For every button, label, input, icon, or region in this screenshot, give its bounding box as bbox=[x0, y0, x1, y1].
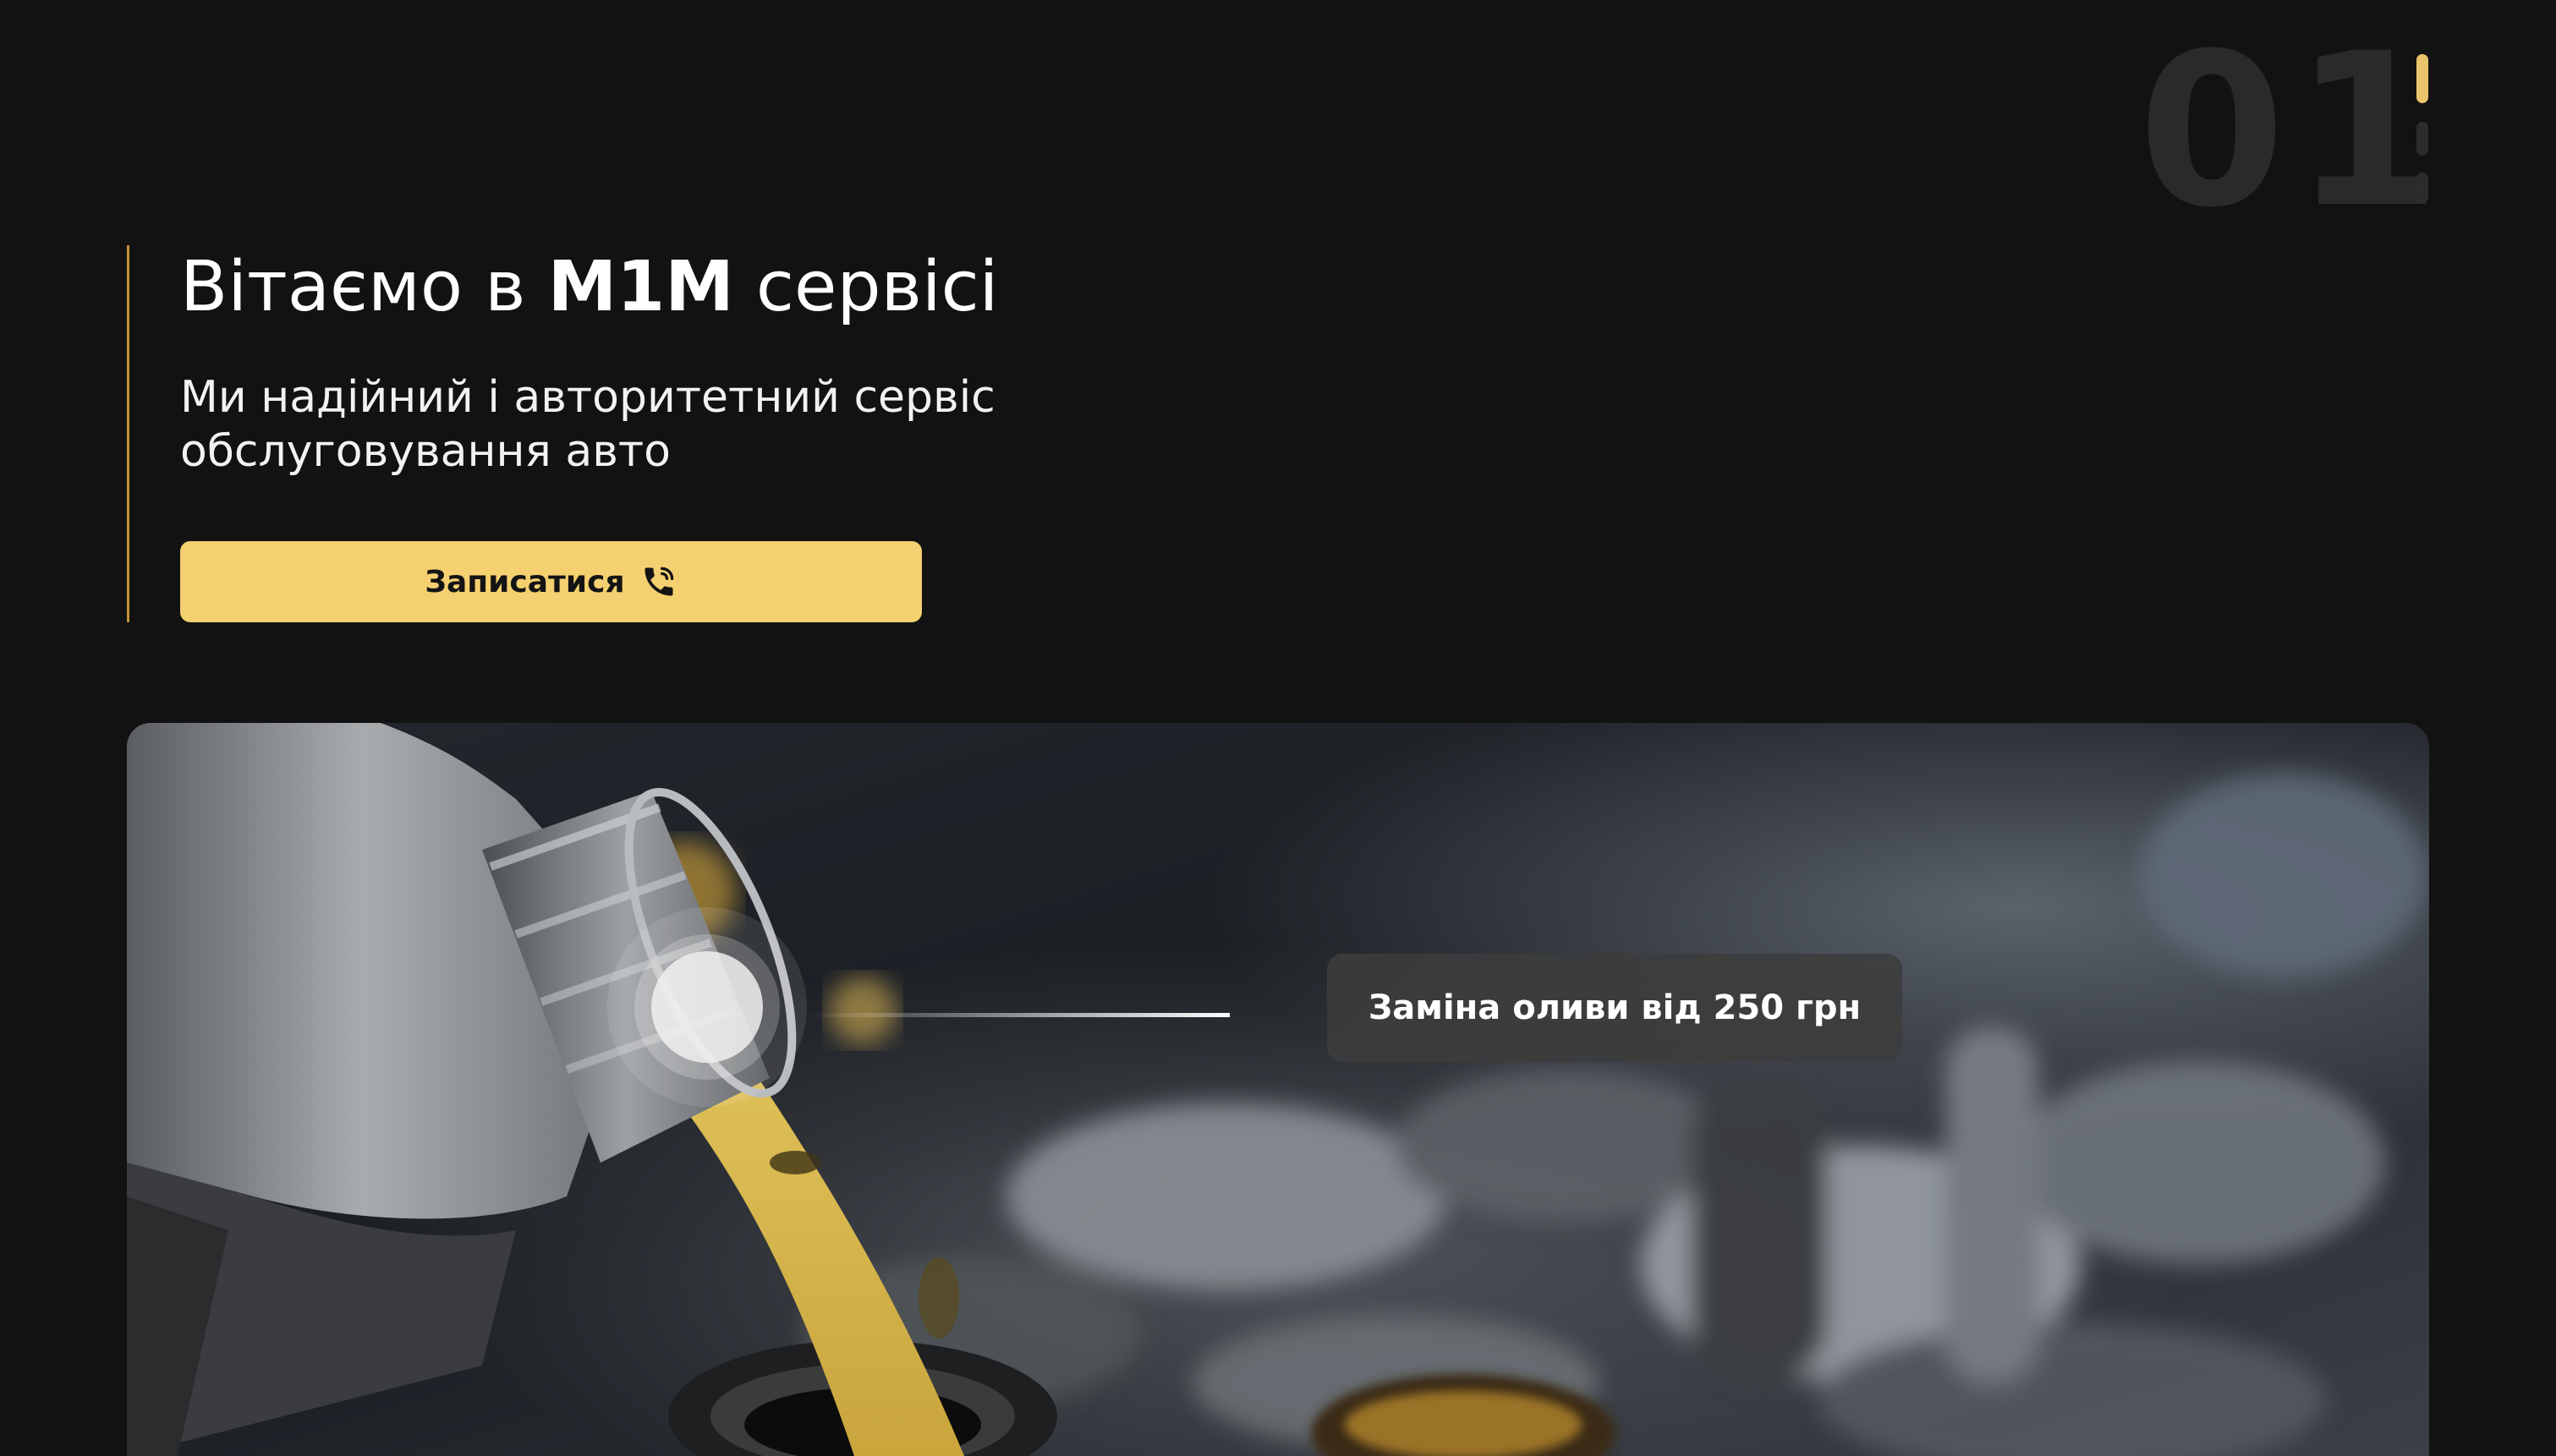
slide-dot-1[interactable] bbox=[2416, 54, 2428, 103]
slide-number: 01 bbox=[2138, 8, 2449, 254]
slide-dot-3[interactable] bbox=[2416, 172, 2428, 203]
slide-pagination bbox=[2416, 54, 2428, 203]
hero-title: Вітаємо в M1M сервісі bbox=[180, 245, 998, 330]
service-hotspot[interactable] bbox=[607, 907, 807, 1107]
hero-section: Вітаємо в M1M сервісі Ми надійний і авто… bbox=[127, 245, 1229, 622]
title-prefix: Вітаємо в bbox=[180, 247, 526, 327]
book-button-label: Записатися bbox=[425, 564, 625, 599]
title-suffix: сервісі bbox=[755, 247, 999, 327]
phone-icon bbox=[640, 563, 677, 600]
hotspot-connector-line bbox=[807, 1013, 1230, 1017]
hotspot-center-dot bbox=[651, 951, 763, 1063]
hero-banner-image: Заміна оливи від 250 грн bbox=[127, 723, 2429, 1456]
slide-dot-2[interactable] bbox=[2416, 122, 2428, 156]
brand-name: M1M bbox=[547, 247, 734, 327]
oil-change-price-tooltip: Заміна оливи від 250 грн bbox=[1327, 954, 1902, 1062]
oil-change-photo bbox=[127, 723, 2429, 1456]
book-appointment-button[interactable]: Записатися bbox=[180, 541, 922, 622]
hero-subtitle: Ми надійний і авторитетний сервіс обслуг… bbox=[180, 372, 996, 477]
